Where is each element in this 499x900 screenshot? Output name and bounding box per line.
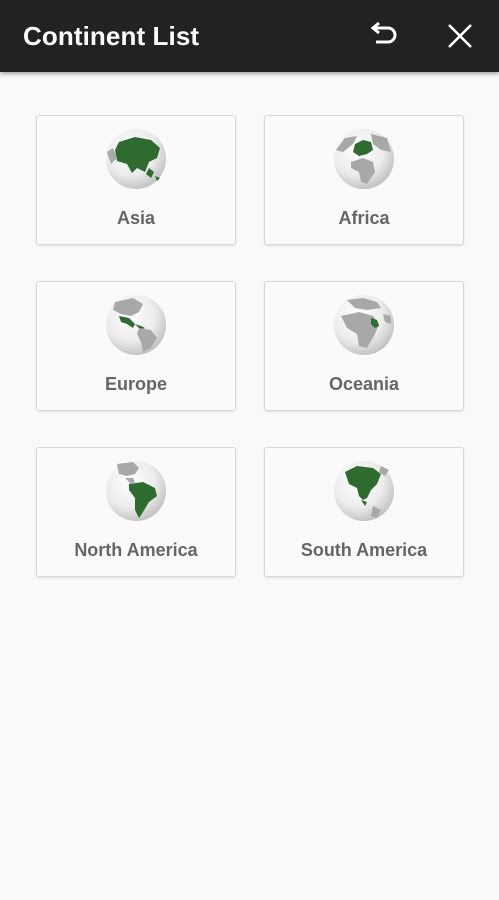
globe-europe-icon <box>334 129 394 189</box>
close-icon <box>448 24 472 48</box>
globe-asia-icon <box>106 129 166 189</box>
continent-card-europe[interactable]: Europe <box>36 281 236 411</box>
continent-label: South America <box>300 540 428 560</box>
continent-card-oceania[interactable]: Oceania <box>264 281 464 411</box>
close-button[interactable] <box>440 16 480 56</box>
app-bar: Continent List <box>0 0 499 72</box>
page-title: Continent List <box>23 21 200 51</box>
continent-card-north-america[interactable]: North America <box>36 447 236 577</box>
continent-label: Oceania <box>328 374 400 394</box>
continent-card-asia[interactable]: Asia <box>36 115 236 245</box>
continent-card-south-america[interactable]: South America <box>264 447 464 577</box>
continent-label: North America <box>74 540 198 560</box>
undo-button[interactable] <box>364 16 404 56</box>
globe-north-america-icon <box>334 461 394 521</box>
undo-icon <box>370 22 397 44</box>
globe-central-america-icon <box>106 295 166 355</box>
continent-label: Africa <box>338 208 390 228</box>
continent-label: Asia <box>116 208 156 228</box>
continent-card-africa[interactable]: Africa <box>264 115 464 245</box>
continent-label: Europe <box>104 374 167 394</box>
globe-south-america-icon <box>106 461 166 521</box>
globe-east-africa-icon <box>334 295 394 355</box>
